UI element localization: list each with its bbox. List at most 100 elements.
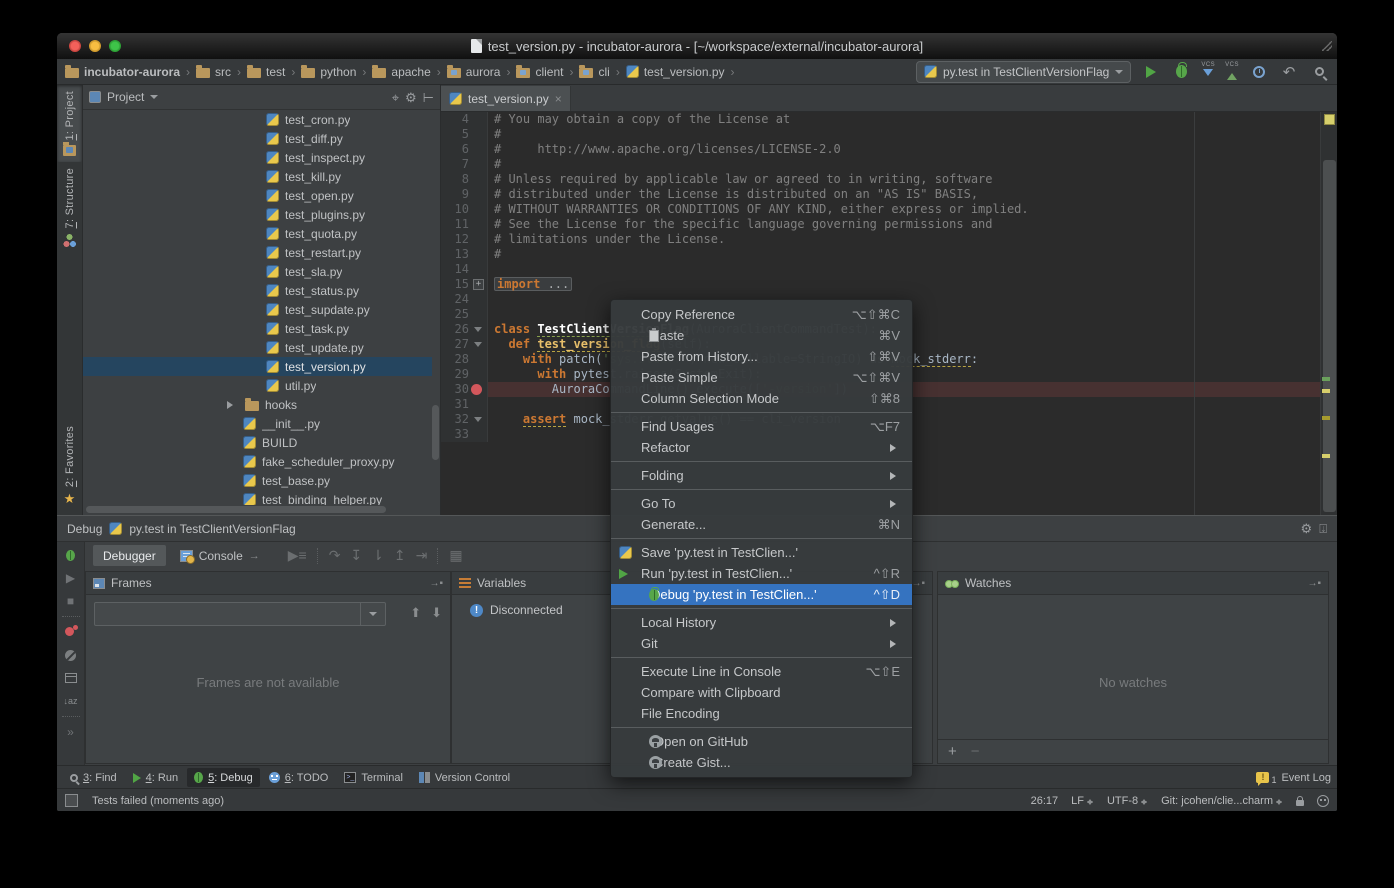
line-number[interactable]: 5 bbox=[441, 127, 469, 142]
fold-marker[interactable] bbox=[469, 322, 488, 337]
tree-item-test-cron-py[interactable]: test_cron.py bbox=[83, 110, 432, 129]
add-watch-button[interactable]: + bbox=[948, 743, 957, 760]
menu-item-paste-from-history[interactable]: Paste from History...⇧⌘V bbox=[611, 346, 912, 367]
event-log-button[interactable]: ! 1 Event Log bbox=[1256, 771, 1331, 785]
menu-item-debug-py-test-in-testclien[interactable]: Debug 'py.test in TestClien...'^⇧D bbox=[611, 584, 912, 605]
warning-mark[interactable] bbox=[1322, 389, 1330, 393]
breadcrumb-item-test-version-py[interactable]: test_version.py bbox=[626, 65, 725, 79]
show-execution-point-icon[interactable]: ▶≡ bbox=[288, 547, 307, 564]
tree-item-test-kill-py[interactable]: test_kill.py bbox=[83, 167, 432, 186]
editor-scrollbar[interactable] bbox=[1320, 112, 1337, 515]
menu-item-generate[interactable]: Generate...⌘N bbox=[611, 514, 912, 535]
search-everywhere-button[interactable] bbox=[1309, 62, 1329, 82]
tab-console[interactable]: Console → bbox=[170, 545, 270, 566]
line-number[interactable]: 32 bbox=[441, 412, 469, 427]
next-frame-icon[interactable]: ⬇ bbox=[431, 605, 442, 621]
toolwindow-toggle-icon[interactable] bbox=[65, 794, 78, 807]
scroll-from-source-icon[interactable]: ⌖ bbox=[392, 91, 399, 104]
toolwindow-button-favorites[interactable]: 2: Favorites ★ bbox=[57, 420, 82, 511]
expand-arrow-icon[interactable] bbox=[227, 401, 237, 409]
menu-item-compare-with-clipboard[interactable]: Compare with Clipboard bbox=[611, 682, 912, 703]
hide-panel-icon[interactable]: ⊢ bbox=[423, 91, 434, 104]
tree-item-fake-scheduler-proxy-py[interactable]: fake_scheduler_proxy.py bbox=[83, 452, 432, 471]
menu-item-file-encoding[interactable]: File Encoding bbox=[611, 703, 912, 724]
tree-item-test-open-py[interactable]: test_open.py bbox=[83, 186, 432, 205]
vertical-scrollbar[interactable] bbox=[432, 405, 439, 460]
thread-selector[interactable] bbox=[94, 602, 386, 626]
tree-item-test-version-py[interactable]: test_version.py bbox=[83, 357, 432, 376]
pin-icon[interactable]: →▪ bbox=[911, 578, 925, 589]
line-number[interactable]: 26 bbox=[441, 322, 469, 337]
step-over-icon[interactable]: ↷ bbox=[329, 547, 341, 564]
evaluate-expression-icon[interactable]: ▦ bbox=[449, 547, 462, 564]
breakpoint-dot[interactable] bbox=[471, 384, 482, 395]
tree-item-test-sla-py[interactable]: test_sla.py bbox=[83, 262, 432, 281]
undo-button[interactable]: ↶ bbox=[1279, 62, 1299, 82]
line-number[interactable]: 28 bbox=[441, 352, 469, 367]
tree-item-test-update-py[interactable]: test_update.py bbox=[83, 338, 432, 357]
line-number[interactable]: 14 bbox=[441, 262, 469, 277]
git-branch-widget[interactable]: Git: jcohen/clie...charm bbox=[1161, 795, 1283, 807]
line-number[interactable]: 31 bbox=[441, 397, 469, 412]
toolwindow-button-project[interactable]: 1: Project bbox=[57, 85, 82, 162]
vcs-commit-button[interactable]: VCS bbox=[1225, 62, 1239, 81]
line-number[interactable]: 33 bbox=[441, 427, 469, 442]
editor-tab-test-version[interactable]: test_version.py × bbox=[441, 86, 571, 111]
menu-item-execute-line-in-console[interactable]: Execute Line in Console⌥⇧E bbox=[611, 661, 912, 682]
close-icon[interactable]: × bbox=[555, 92, 562, 106]
menu-item-local-history[interactable]: Local History bbox=[611, 612, 912, 633]
tool-button-5-debug[interactable]: 5: Debug bbox=[187, 768, 260, 787]
stop-icon[interactable]: ■ bbox=[63, 593, 79, 609]
tree-item-init-py[interactable]: __init__.py bbox=[83, 414, 432, 433]
line-number[interactable]: 11 bbox=[441, 217, 469, 232]
more-options-icon[interactable]: » bbox=[63, 724, 79, 740]
tree-item-util-py[interactable]: util.py bbox=[83, 376, 432, 395]
line-number[interactable]: 25 bbox=[441, 307, 469, 322]
line-number[interactable]: 30 bbox=[441, 382, 469, 397]
tool-button-4-run[interactable]: 4: Run bbox=[126, 768, 185, 787]
tree-item-test-diff-py[interactable]: test_diff.py bbox=[83, 129, 432, 148]
debug-button[interactable] bbox=[1171, 62, 1191, 82]
file-status-indicator[interactable] bbox=[1324, 114, 1335, 125]
menu-item-create-gist[interactable]: Create Gist... bbox=[611, 752, 912, 773]
tree-item-build[interactable]: BUILD bbox=[83, 433, 432, 452]
tab-debugger[interactable]: Debugger bbox=[93, 545, 166, 566]
encoding-widget[interactable]: UTF-8 bbox=[1107, 795, 1148, 807]
tree-item-test-binding-helper-py[interactable]: test_binding_helper.py bbox=[83, 490, 432, 505]
line-separator-widget[interactable]: LF bbox=[1071, 795, 1094, 807]
tree-item-test-supdate-py[interactable]: test_supdate.py bbox=[83, 300, 432, 319]
tree-item-test-plugins-py[interactable]: test_plugins.py bbox=[83, 205, 432, 224]
settings-gear-icon[interactable]: ⚙ bbox=[1301, 522, 1313, 535]
line-number[interactable]: 6 bbox=[441, 142, 469, 157]
menu-item-find-usages[interactable]: Find Usages⌥F7 bbox=[611, 416, 912, 437]
run-button[interactable] bbox=[1141, 62, 1161, 82]
hector-inspections-icon[interactable] bbox=[1317, 795, 1329, 807]
breadcrumb-item-test[interactable]: test bbox=[247, 65, 285, 79]
previous-frame-icon[interactable]: ⬆ bbox=[410, 605, 421, 621]
remove-watch-button[interactable]: − bbox=[971, 743, 980, 760]
horizontal-scrollbar[interactable] bbox=[86, 506, 386, 513]
menu-item-go-to[interactable]: Go To bbox=[611, 493, 912, 514]
breadcrumb-item-incubator-aurora[interactable]: incubator-aurora bbox=[65, 65, 180, 79]
warning-mark[interactable] bbox=[1322, 454, 1330, 458]
menu-item-paste[interactable]: Paste⌘V bbox=[611, 325, 912, 346]
resume-icon[interactable]: ▶ bbox=[63, 570, 79, 586]
breadcrumb-item-aurora[interactable]: aurora bbox=[447, 65, 501, 79]
warning-mark[interactable] bbox=[1322, 416, 1330, 420]
tool-button-version-control[interactable]: Version Control bbox=[412, 768, 517, 787]
lock-icon[interactable] bbox=[1296, 800, 1304, 806]
menu-item-git[interactable]: Git bbox=[611, 633, 912, 654]
breadcrumb-item-apache[interactable]: apache bbox=[372, 65, 430, 79]
line-number[interactable]: 12 bbox=[441, 232, 469, 247]
breadcrumb-item-src[interactable]: src bbox=[196, 65, 231, 79]
fold-marker[interactable] bbox=[469, 337, 488, 352]
vcs-change-mark[interactable] bbox=[1322, 377, 1330, 381]
toolwindow-button-structure[interactable]: 7: Structure bbox=[57, 162, 82, 252]
menu-item-open-on-github[interactable]: Open on GitHub bbox=[611, 731, 912, 752]
tree-item-test-status-py[interactable]: test_status.py bbox=[83, 281, 432, 300]
pin-icon[interactable]: →▪ bbox=[1307, 578, 1321, 589]
line-number[interactable]: 29 bbox=[441, 367, 469, 382]
menu-item-run-py-test-in-testclien[interactable]: Run 'py.test in TestClien...'^⇧R bbox=[611, 563, 912, 584]
pin-icon[interactable]: →▪ bbox=[429, 578, 443, 589]
settings-gear-icon[interactable]: ⚙ bbox=[405, 91, 417, 104]
